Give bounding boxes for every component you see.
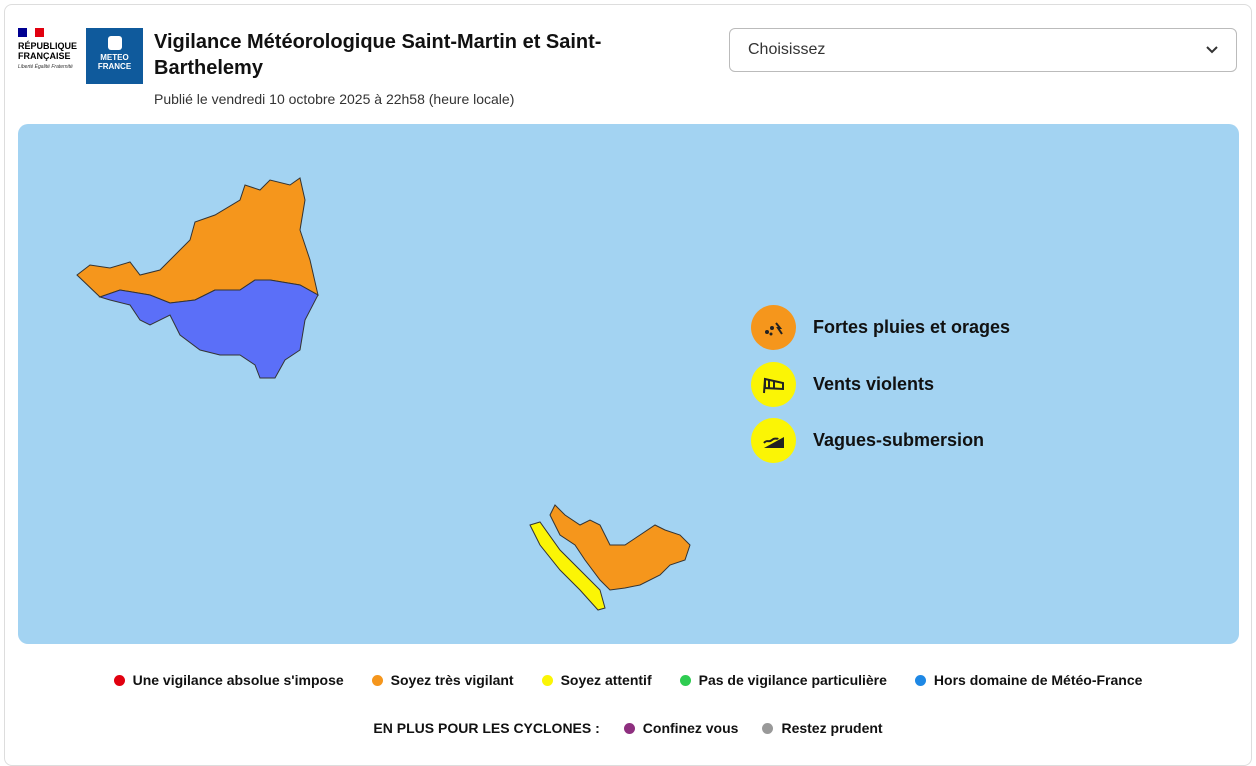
meteo-france-logo[interactable]: METEO FRANCE [86, 28, 143, 84]
risk-rain-storm[interactable]: Fortes pluies et orages [751, 305, 1010, 350]
risk-label: Fortes pluies et orages [813, 317, 1011, 337]
saint-martin-south-zone[interactable] [98, 279, 319, 379]
legend-item-yellow: Soyez attentif [541, 672, 652, 688]
zone-select-value: Choisissez [748, 41, 826, 58]
republique-francaise-logo: RÉPUBLIQUE FRANÇAISE Liberté Égalité Fra… [18, 28, 80, 70]
vigilance-map [18, 124, 1239, 644]
legend-item-grey: Restez prudent [762, 720, 883, 736]
risk-label: Vagues-submersion [813, 430, 985, 450]
legend-item-blue: Hors domaine de Météo-France [914, 672, 1142, 688]
vigilance-legend: Une vigilance absolue s'impose Soyez trè… [0, 672, 1256, 688]
cyclone-legend: EN PLUS POUR LES CYCLONES : Confinez vou… [0, 720, 1256, 736]
legend-item-orange: Soyez très vigilant [371, 672, 514, 688]
rf-logo-text: RÉPUBLIQUE FRANÇAISE [18, 41, 78, 61]
legend-item-green: Pas de vigilance particulière [679, 672, 887, 688]
risk-wind[interactable]: Vents violents [751, 362, 934, 407]
waves-icon [751, 418, 796, 463]
cyclone-legend-title: EN PLUS POUR LES CYCLONES : [373, 720, 600, 736]
meteo-france-emblem-icon [107, 36, 122, 50]
rf-motto: Liberté Égalité Fraternité [18, 64, 73, 70]
flag-icon [18, 28, 45, 37]
legend-item-purple: Confinez vous [623, 720, 738, 736]
legend-item-red: Une vigilance absolue s'impose [113, 672, 344, 688]
published-date: Publié le vendredi 10 octobre 2025 à 22h… [154, 91, 515, 107]
page-title: Vigilance Météorologique Saint-Martin et… [154, 31, 602, 79]
rain-storm-icon [751, 305, 796, 350]
zone-select[interactable]: Choisissez [729, 28, 1237, 72]
chevron-down-icon [1206, 41, 1218, 59]
risk-waves[interactable]: Vagues-submersion [751, 418, 984, 463]
risk-label: Vents violents [813, 374, 935, 394]
mf-logo-text: METEO FRANCE [97, 53, 132, 71]
windsock-icon [751, 362, 796, 407]
